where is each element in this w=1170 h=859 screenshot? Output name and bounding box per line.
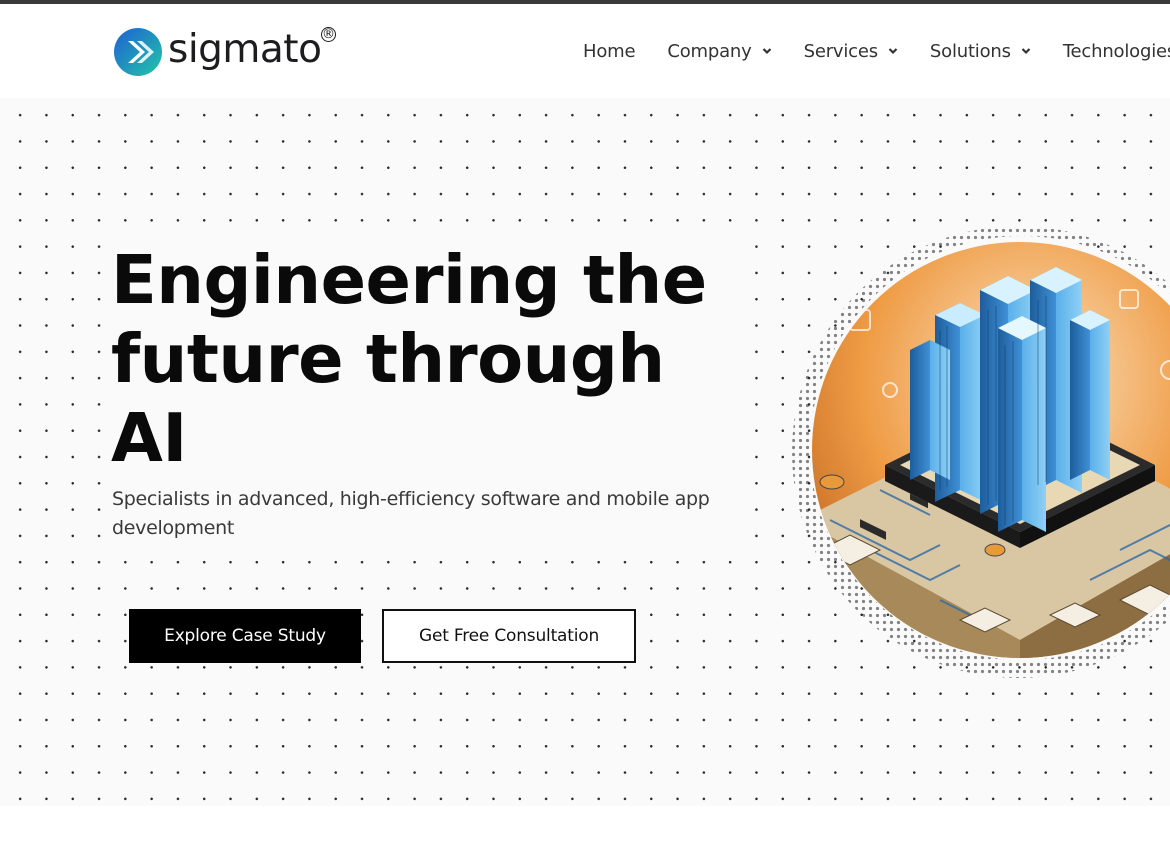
nav-item-technologies[interactable]: Technologies	[1063, 41, 1170, 62]
hero-title-line: future through AI	[111, 320, 665, 477]
nav-item-label: Solutions	[929, 40, 1011, 62]
chevron-down-icon	[1021, 48, 1031, 55]
chevron-down-icon	[762, 48, 771, 55]
nav-item-label: Services	[803, 40, 879, 62]
explore-case-study-button[interactable]: Explore Case Study	[129, 609, 361, 663]
nav-item-services[interactable]: Services	[804, 41, 898, 62]
nav-item-label: Home	[583, 40, 636, 62]
ai-circuit-city-illustration	[792, 226, 1170, 678]
nav-item-company[interactable]: Company	[667, 41, 771, 62]
chevron-down-icon	[888, 48, 898, 55]
hero-section: Engineering the future through AI Innova…	[0, 98, 1170, 806]
nav-item-label: Company	[667, 40, 752, 62]
brand-logo[interactable]: sigmato ®	[113, 26, 336, 78]
nav-item-solutions[interactable]: Solutions	[930, 41, 1031, 62]
nav-item-home[interactable]: Home	[583, 40, 636, 62]
brand-name: sigmato	[168, 26, 322, 72]
main-nav: Home Company Services Solutions Technolo…	[583, 4, 1170, 98]
below-hero-area	[0, 806, 1170, 859]
hero-subtitle: Specialists in advanced, high-efficiency…	[112, 485, 712, 543]
get-free-consultation-button[interactable]: Get Free Consultation	[382, 609, 636, 663]
nav-item-label: Technologies	[1062, 40, 1170, 62]
registered-mark: ®	[321, 27, 336, 42]
logo-mark-icon	[114, 28, 162, 76]
site-header: sigmato ® Home Company Services Solution…	[0, 4, 1170, 98]
hero-title-line: Engineering the	[111, 241, 707, 319]
